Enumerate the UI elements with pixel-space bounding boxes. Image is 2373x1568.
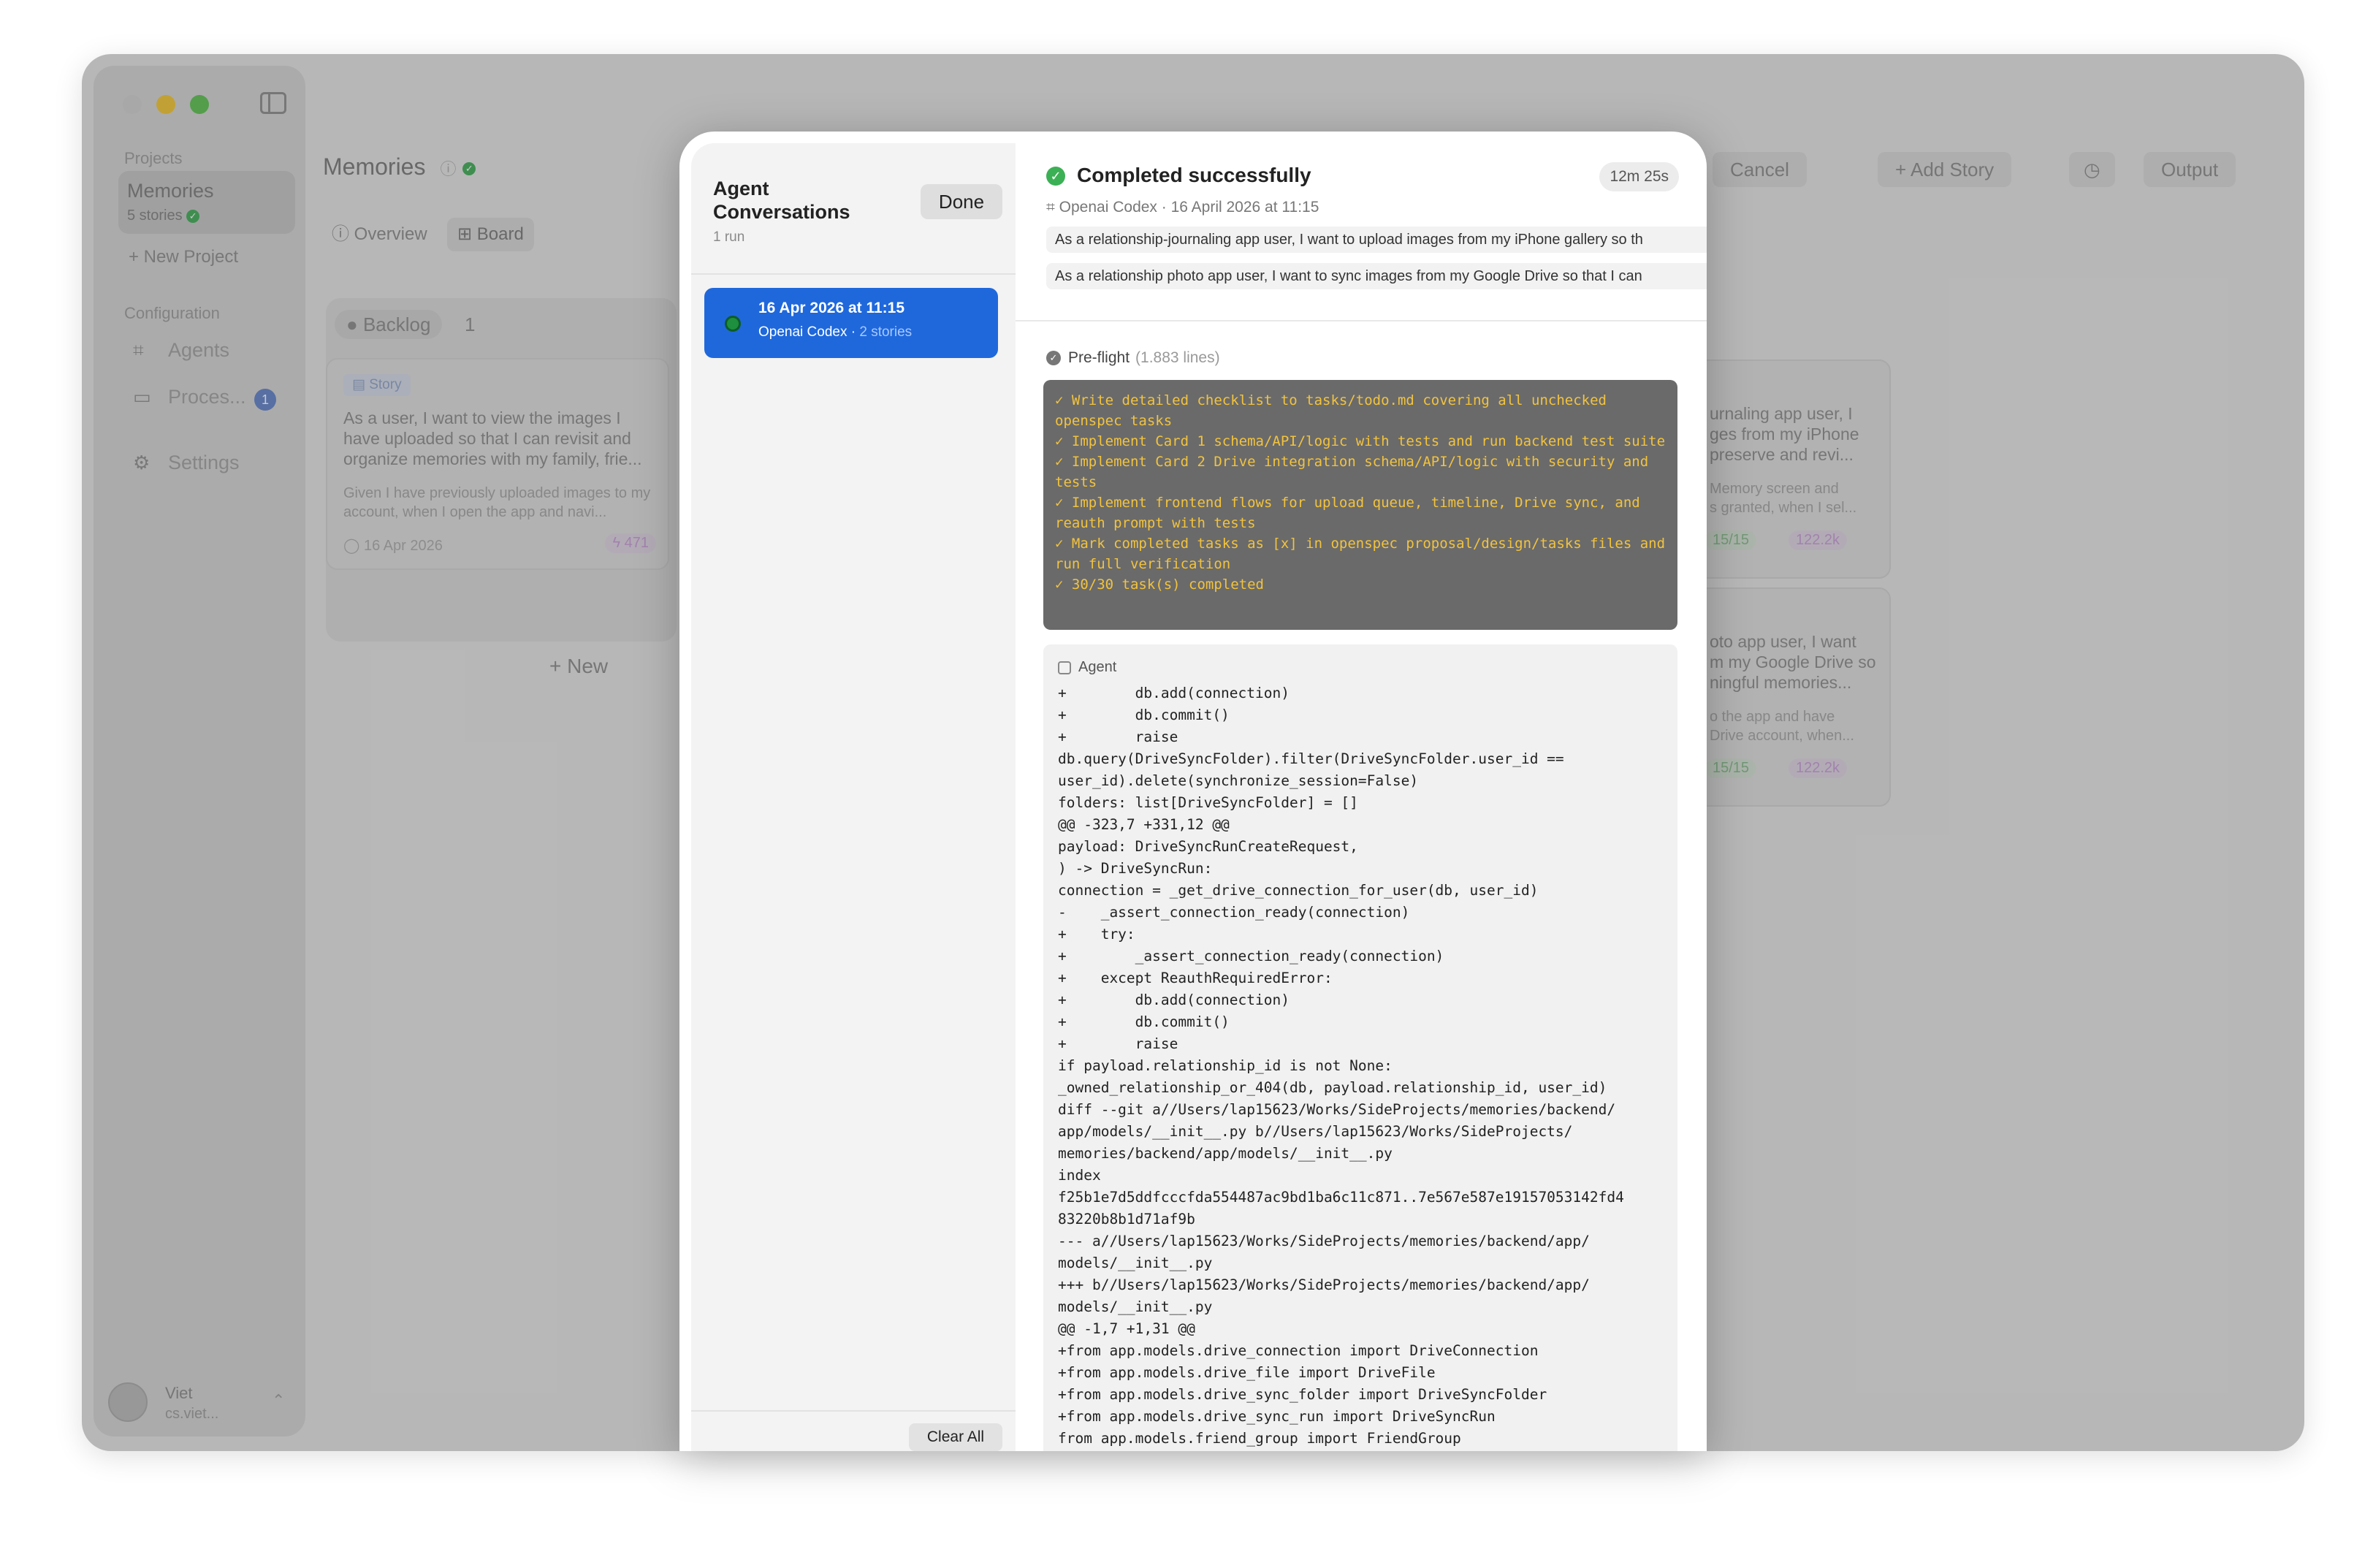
code-line: payload: DriveSyncRunCreateRequest, bbox=[1058, 838, 1358, 855]
agent-label: Agent bbox=[1058, 659, 1116, 676]
code-line: models/__init__.py bbox=[1058, 1298, 1213, 1315]
code-line: 83220b8b1d71af9b bbox=[1058, 1211, 1195, 1228]
code-line: @@ -1,7 +1,31 @@ bbox=[1058, 1320, 1195, 1337]
success-dot-icon bbox=[725, 316, 741, 332]
code-line: --- a//Users/lap15623/Works/SideProjects… bbox=[1058, 1233, 1590, 1249]
code-line: memories/backend/app/models/__init__.py bbox=[1058, 1145, 1393, 1162]
code-line: +from app.models.drive_connection import… bbox=[1058, 1342, 1539, 1359]
run-list-item[interactable]: 16 Apr 2026 at 11:15 Openai Codex · 2 st… bbox=[704, 288, 998, 358]
code-line: f25b1e7d5ddfcccfda554487ac9bd1ba6c11c871… bbox=[1058, 1189, 1624, 1206]
code-line: +from app.models.drive_file import Drive… bbox=[1058, 1364, 1436, 1381]
runs-count: 1 run bbox=[713, 229, 745, 245]
code-line: + raise bbox=[1058, 728, 1178, 745]
code-line: models/__init__.py bbox=[1058, 1255, 1213, 1271]
run-duration: 12m 25s bbox=[1599, 162, 1679, 191]
story-chip[interactable]: As a relationship-journaling app user, I… bbox=[1046, 227, 1707, 253]
run-agent-info: ⌗ Openai Codex · 16 April 2026 at 11:15 bbox=[1046, 199, 1319, 216]
chip-icon: ⌗ bbox=[1046, 199, 1055, 216]
code-line: _owned_relationship_or_404(db, payload.r… bbox=[1058, 1079, 1607, 1096]
code-output: + db.add(connection) + db.commit() + raise… bbox=[1058, 682, 1669, 1451]
code-line: index bbox=[1058, 1167, 1101, 1184]
code-line: connection = _get_drive_connection_for_u… bbox=[1058, 882, 1539, 899]
preflight-output: ✓ Write detailed checklist to tasks/todo… bbox=[1043, 380, 1677, 630]
preflight-header[interactable]: ✓ Pre-flight (1.883 lines) bbox=[1046, 349, 1220, 367]
code-line: + except ReauthRequiredError: bbox=[1058, 970, 1333, 986]
code-line: + db.commit() bbox=[1058, 1013, 1230, 1030]
code-line: + db.add(connection) bbox=[1058, 685, 1290, 701]
checklist-line: ✓ Implement Card 2 Drive integration sch… bbox=[1055, 454, 1649, 490]
code-line: +++ b//Users/lap15623/Works/SideProjects… bbox=[1058, 1276, 1590, 1293]
code-line: from app.models.friend_group import Frie… bbox=[1058, 1430, 1461, 1447]
checklist-line: ✓ Implement frontend flows for upload qu… bbox=[1055, 495, 1640, 531]
code-line: - _assert_connection_ready(connection) bbox=[1058, 904, 1410, 921]
code-line: + db.add(connection) bbox=[1058, 992, 1290, 1008]
checklist-line: ✓ Implement Card 1 schema/API/logic with… bbox=[1055, 433, 1666, 449]
code-line: if payload.relationship_id is not None: bbox=[1058, 1057, 1393, 1074]
run-meta: Openai Codex · 2 stories bbox=[758, 324, 913, 340]
checklist-line: ✓ Mark completed tasks as [x] in openspe… bbox=[1055, 536, 1666, 572]
divider bbox=[691, 1410, 1016, 1412]
code-line: +from app.models.drive_sync_run import D… bbox=[1058, 1408, 1496, 1425]
divider bbox=[1016, 320, 1707, 321]
modal-title: Agent Conversations bbox=[713, 178, 850, 223]
run-status: Completed successfully bbox=[1077, 164, 1311, 186]
code-line: app/models/__init__.py b//Users/lap15623… bbox=[1058, 1123, 1573, 1140]
chip-icon bbox=[1058, 661, 1071, 674]
done-button[interactable]: Done bbox=[921, 184, 1002, 219]
checklist-line: ✓ 30/30 task(s) completed bbox=[1055, 576, 1264, 593]
code-line: + db.commit() bbox=[1058, 707, 1230, 723]
chevron-down-icon: ✓ bbox=[1046, 351, 1061, 366]
run-detail-panel: ✓ Completed successfully 12m 25s ⌗ Opena… bbox=[1016, 132, 1707, 1451]
clear-all-button[interactable]: Clear All bbox=[909, 1423, 1002, 1451]
check-circle-icon: ✓ bbox=[1046, 167, 1065, 186]
code-line: + try: bbox=[1058, 926, 1135, 943]
checklist-line: ✓ Write detailed checklist to tasks/todo… bbox=[1055, 392, 1607, 429]
divider bbox=[691, 273, 1016, 275]
code-line: + _assert_connection_ready(connection) bbox=[1058, 948, 1444, 964]
code-line: db.query(DriveSyncFolder).filter(DriveSy… bbox=[1058, 750, 1564, 767]
runs-panel: Agent Conversations 1 run Done 16 Apr 20… bbox=[691, 143, 1016, 1451]
code-line: ) -> DriveSyncRun: bbox=[1058, 860, 1213, 877]
code-line: + raise bbox=[1058, 1035, 1178, 1052]
agent-conversations-modal: Agent Conversations 1 run Done 16 Apr 20… bbox=[679, 132, 1707, 1451]
code-line: user_id).delete(synchronize_session=Fals… bbox=[1058, 772, 1419, 789]
code-line: from app.models.friend_group_member impo… bbox=[1058, 1450, 1669, 1451]
code-line: @@ -323,7 +331,12 @@ bbox=[1058, 816, 1230, 833]
code-line: folders: list[DriveSyncFolder] = [] bbox=[1058, 794, 1358, 811]
code-line: diff --git a//Users/lap15623/Works/SideP… bbox=[1058, 1101, 1616, 1118]
run-date: 16 Apr 2026 at 11:15 bbox=[758, 300, 905, 316]
code-line: +from app.models.drive_sync_folder impor… bbox=[1058, 1386, 1547, 1403]
agent-output: Agent + db.add(connection) + db.commit() +… bbox=[1043, 644, 1677, 1451]
story-chip[interactable]: As a relationship photo app user, I want… bbox=[1046, 263, 1707, 289]
